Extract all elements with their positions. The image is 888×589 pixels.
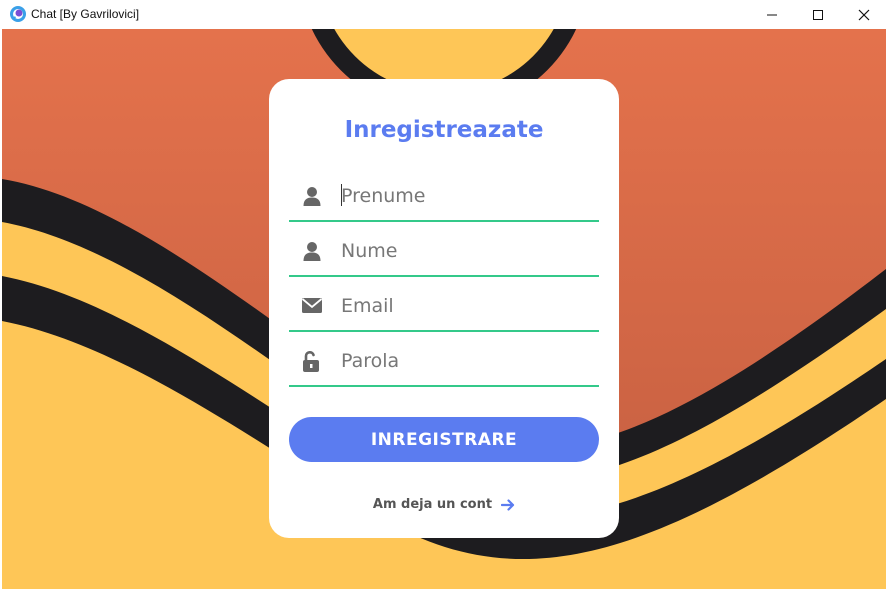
app-logo-icon xyxy=(10,6,26,22)
close-icon xyxy=(858,9,870,20)
user-icon xyxy=(303,242,321,261)
window-title: Chat [By Gavrilovici] xyxy=(31,7,140,21)
envelope-icon xyxy=(301,298,323,313)
minimize-button[interactable] xyxy=(749,0,795,29)
text-caret xyxy=(341,184,342,206)
minimize-icon xyxy=(767,14,777,15)
register-card: Inregistreazate Prenume Nume Email INREG… xyxy=(269,79,619,538)
login-link-label: Am deja un cont xyxy=(372,497,493,512)
password-field[interactable] xyxy=(289,341,599,387)
unlock-icon xyxy=(303,351,319,372)
window-content: Inregistreazate Prenume Nume Email INREG… xyxy=(2,29,886,589)
arrow-right-icon xyxy=(501,498,515,511)
form-title: Inregistreazate xyxy=(344,117,544,143)
last-name-field[interactable] xyxy=(289,231,599,277)
email-input[interactable] xyxy=(341,289,591,323)
title-bar[interactable]: Chat [By Gavrilovici] xyxy=(0,0,888,29)
user-icon xyxy=(303,187,321,206)
last-name-input[interactable] xyxy=(341,234,591,268)
password-input[interactable] xyxy=(341,344,591,378)
email-field[interactable] xyxy=(289,286,599,332)
first-name-field[interactable] xyxy=(289,176,599,222)
maximize-icon xyxy=(813,9,823,20)
first-name-input[interactable] xyxy=(341,179,591,213)
close-button[interactable] xyxy=(841,0,887,29)
register-button[interactable]: INREGISTRARE xyxy=(289,417,599,462)
login-link[interactable]: Am deja un cont xyxy=(269,497,619,512)
maximize-button[interactable] xyxy=(795,0,841,29)
